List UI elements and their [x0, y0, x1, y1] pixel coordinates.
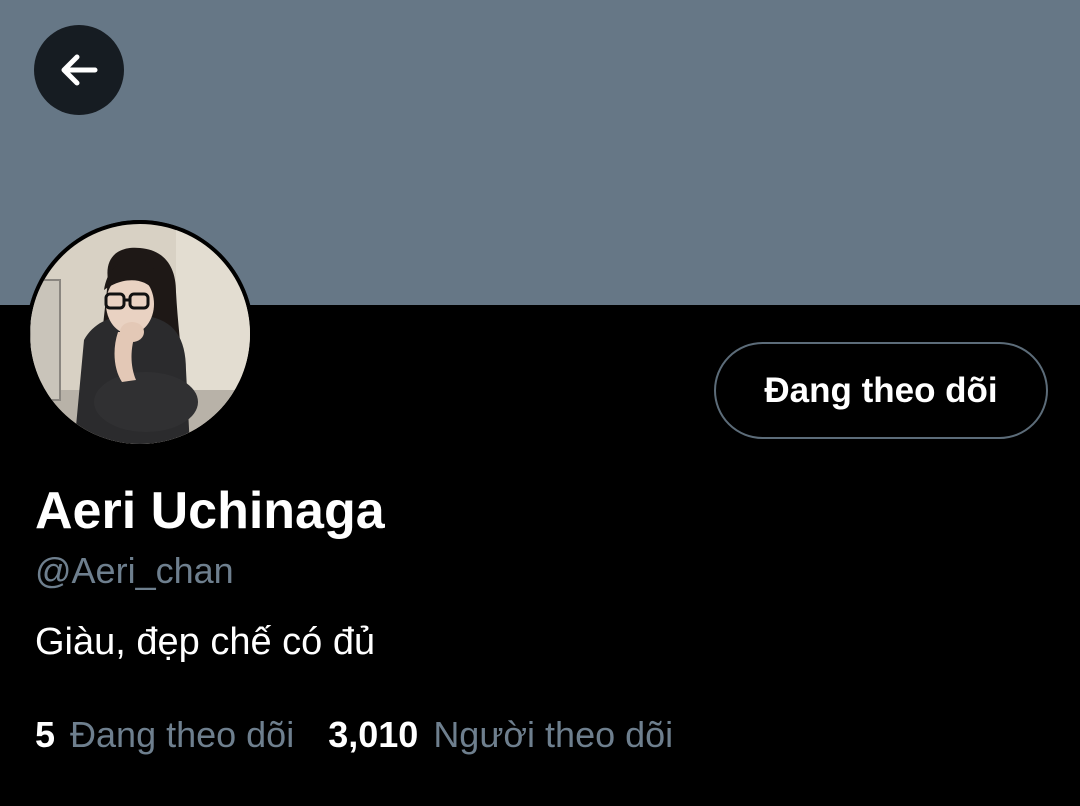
following-label: Đang theo dõi	[70, 714, 295, 755]
following-count: 5	[35, 714, 56, 755]
user-handle: @Aeri_chan	[35, 550, 234, 591]
profile-screen: Đang theo dõi Aeri Uchinaga @Aeri_chan G…	[0, 0, 1080, 806]
followers-count: 3,010	[328, 714, 419, 755]
profile-stats: 5 Đang theo dõi 3,010 Người theo dõi	[35, 714, 673, 762]
back-button[interactable]	[34, 25, 124, 115]
following-button[interactable]: Đang theo dõi	[714, 342, 1048, 439]
followers-stat[interactable]: 3,010 Người theo dõi	[328, 714, 673, 756]
followers-label: Người theo dõi	[433, 714, 674, 755]
arrow-left-icon	[61, 54, 98, 86]
following-stat[interactable]: 5 Đang theo dõi	[35, 714, 294, 756]
display-name: Aeri Uchinaga	[35, 482, 385, 540]
profile-bio: Giàu, đẹp chế có đủ	[35, 621, 376, 663]
avatar[interactable]	[26, 220, 254, 448]
